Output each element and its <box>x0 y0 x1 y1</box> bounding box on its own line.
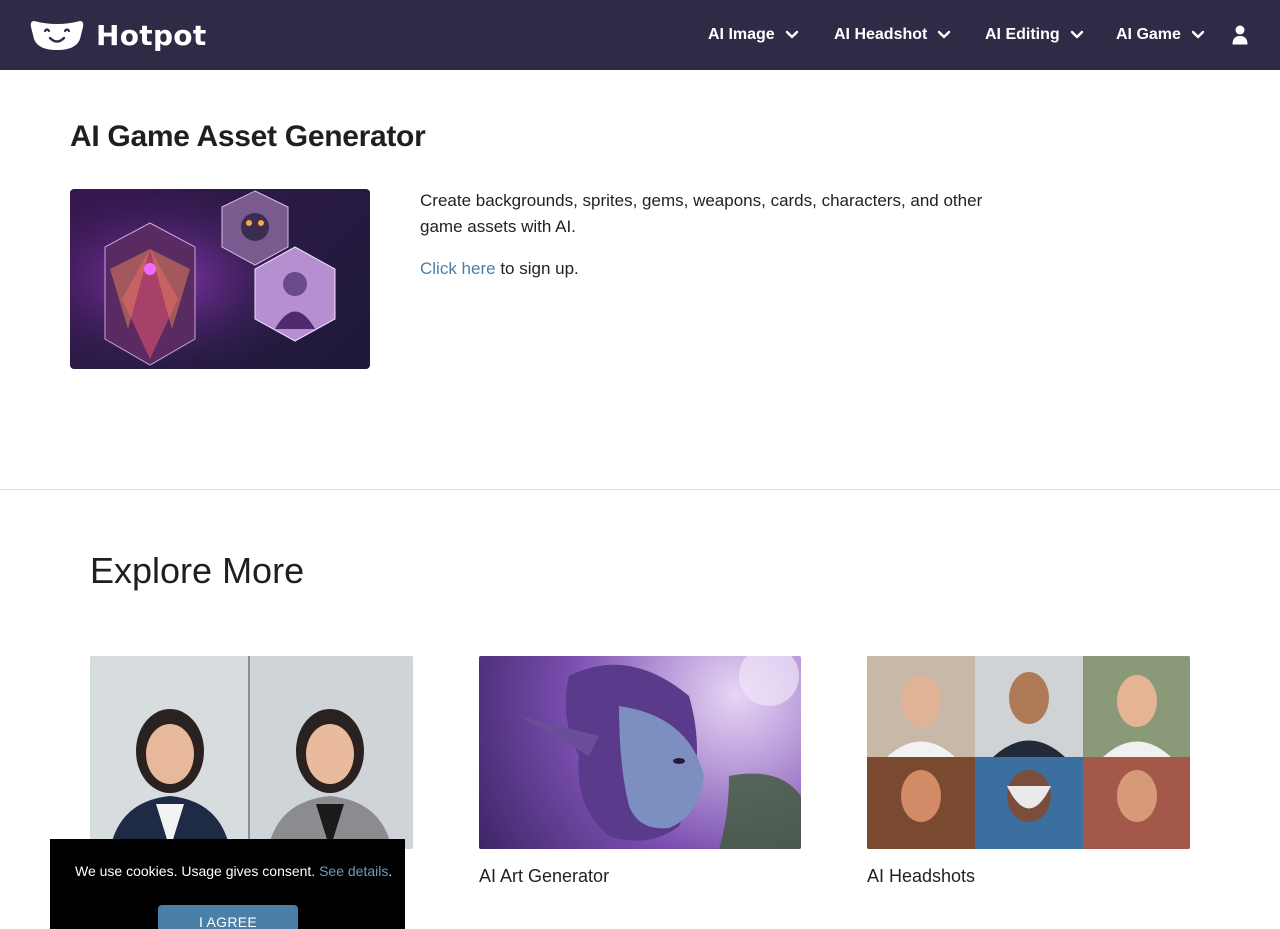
user-icon <box>1232 25 1248 45</box>
top-navigation-bar: Hotpot AI Image AI Headshot AI Editing A… <box>0 0 1280 70</box>
brand-logo-link[interactable]: Hotpot <box>30 17 207 53</box>
explore-more-heading: Explore More <box>90 550 305 591</box>
nav-ai-editing-label: AI Editing <box>985 26 1060 43</box>
nav-ai-headshot-label: AI Headshot <box>834 26 928 43</box>
cookie-message: We use cookies. Usage gives consent. See… <box>75 863 392 879</box>
card-image <box>867 656 1190 849</box>
fantasy-elf-artwork <box>519 656 801 849</box>
cookie-consent-banner: We use cookies. Usage gives consent. See… <box>50 839 405 929</box>
card-label: AI Headshots <box>867 866 976 886</box>
cookie-details-link[interactable]: See details <box>319 863 388 879</box>
explore-card-ai-headshots[interactable]: AI Headshots <box>867 656 1190 887</box>
user-account-button[interactable] <box>1228 22 1252 48</box>
explore-card-headshots-pair[interactable] <box>90 656 413 849</box>
cookie-agree-button[interactable]: I AGREE <box>158 905 298 929</box>
card-image <box>479 656 801 849</box>
section-divider <box>0 489 1280 490</box>
signup-line: Click here to sign up. <box>420 256 579 282</box>
nav-ai-headshot[interactable]: AI Headshot <box>834 22 951 48</box>
nav-ai-image[interactable]: AI Image <box>708 22 799 48</box>
signup-link[interactable]: Click here <box>420 259 496 278</box>
cookie-message-text: We use cookies. Usage gives consent. <box>75 863 320 879</box>
hero-description: Create backgrounds, sprites, gems, weapo… <box>420 191 983 236</box>
card-label: AI Art Generator <box>479 866 610 886</box>
chevron-down-icon <box>1191 30 1205 39</box>
nav-ai-game[interactable]: AI Game <box>1116 22 1205 48</box>
nav-ai-game-label: AI Game <box>1116 26 1181 43</box>
headshots-grid <box>867 656 1190 849</box>
brand-name: Hotpot <box>96 18 207 52</box>
chevron-down-icon <box>1070 30 1083 39</box>
explore-card-ai-art-generator[interactable]: AI Art Generator <box>479 656 801 887</box>
nav-ai-image-label: AI Image <box>708 26 775 43</box>
chevron-down-icon <box>785 30 798 39</box>
chevron-down-icon <box>938 30 951 39</box>
game-asset-artwork <box>70 189 370 369</box>
hotpot-face-logo <box>30 21 84 50</box>
signup-line-text: to sign up. <box>495 259 579 278</box>
card-image <box>90 656 413 849</box>
cookie-message-period: . <box>388 863 393 879</box>
hero-image <box>70 189 370 369</box>
headshots-portrait-pair <box>90 656 413 849</box>
nav-ai-editing[interactable]: AI Editing <box>985 22 1084 48</box>
page-title: AI Game Asset Generator <box>70 120 426 153</box>
